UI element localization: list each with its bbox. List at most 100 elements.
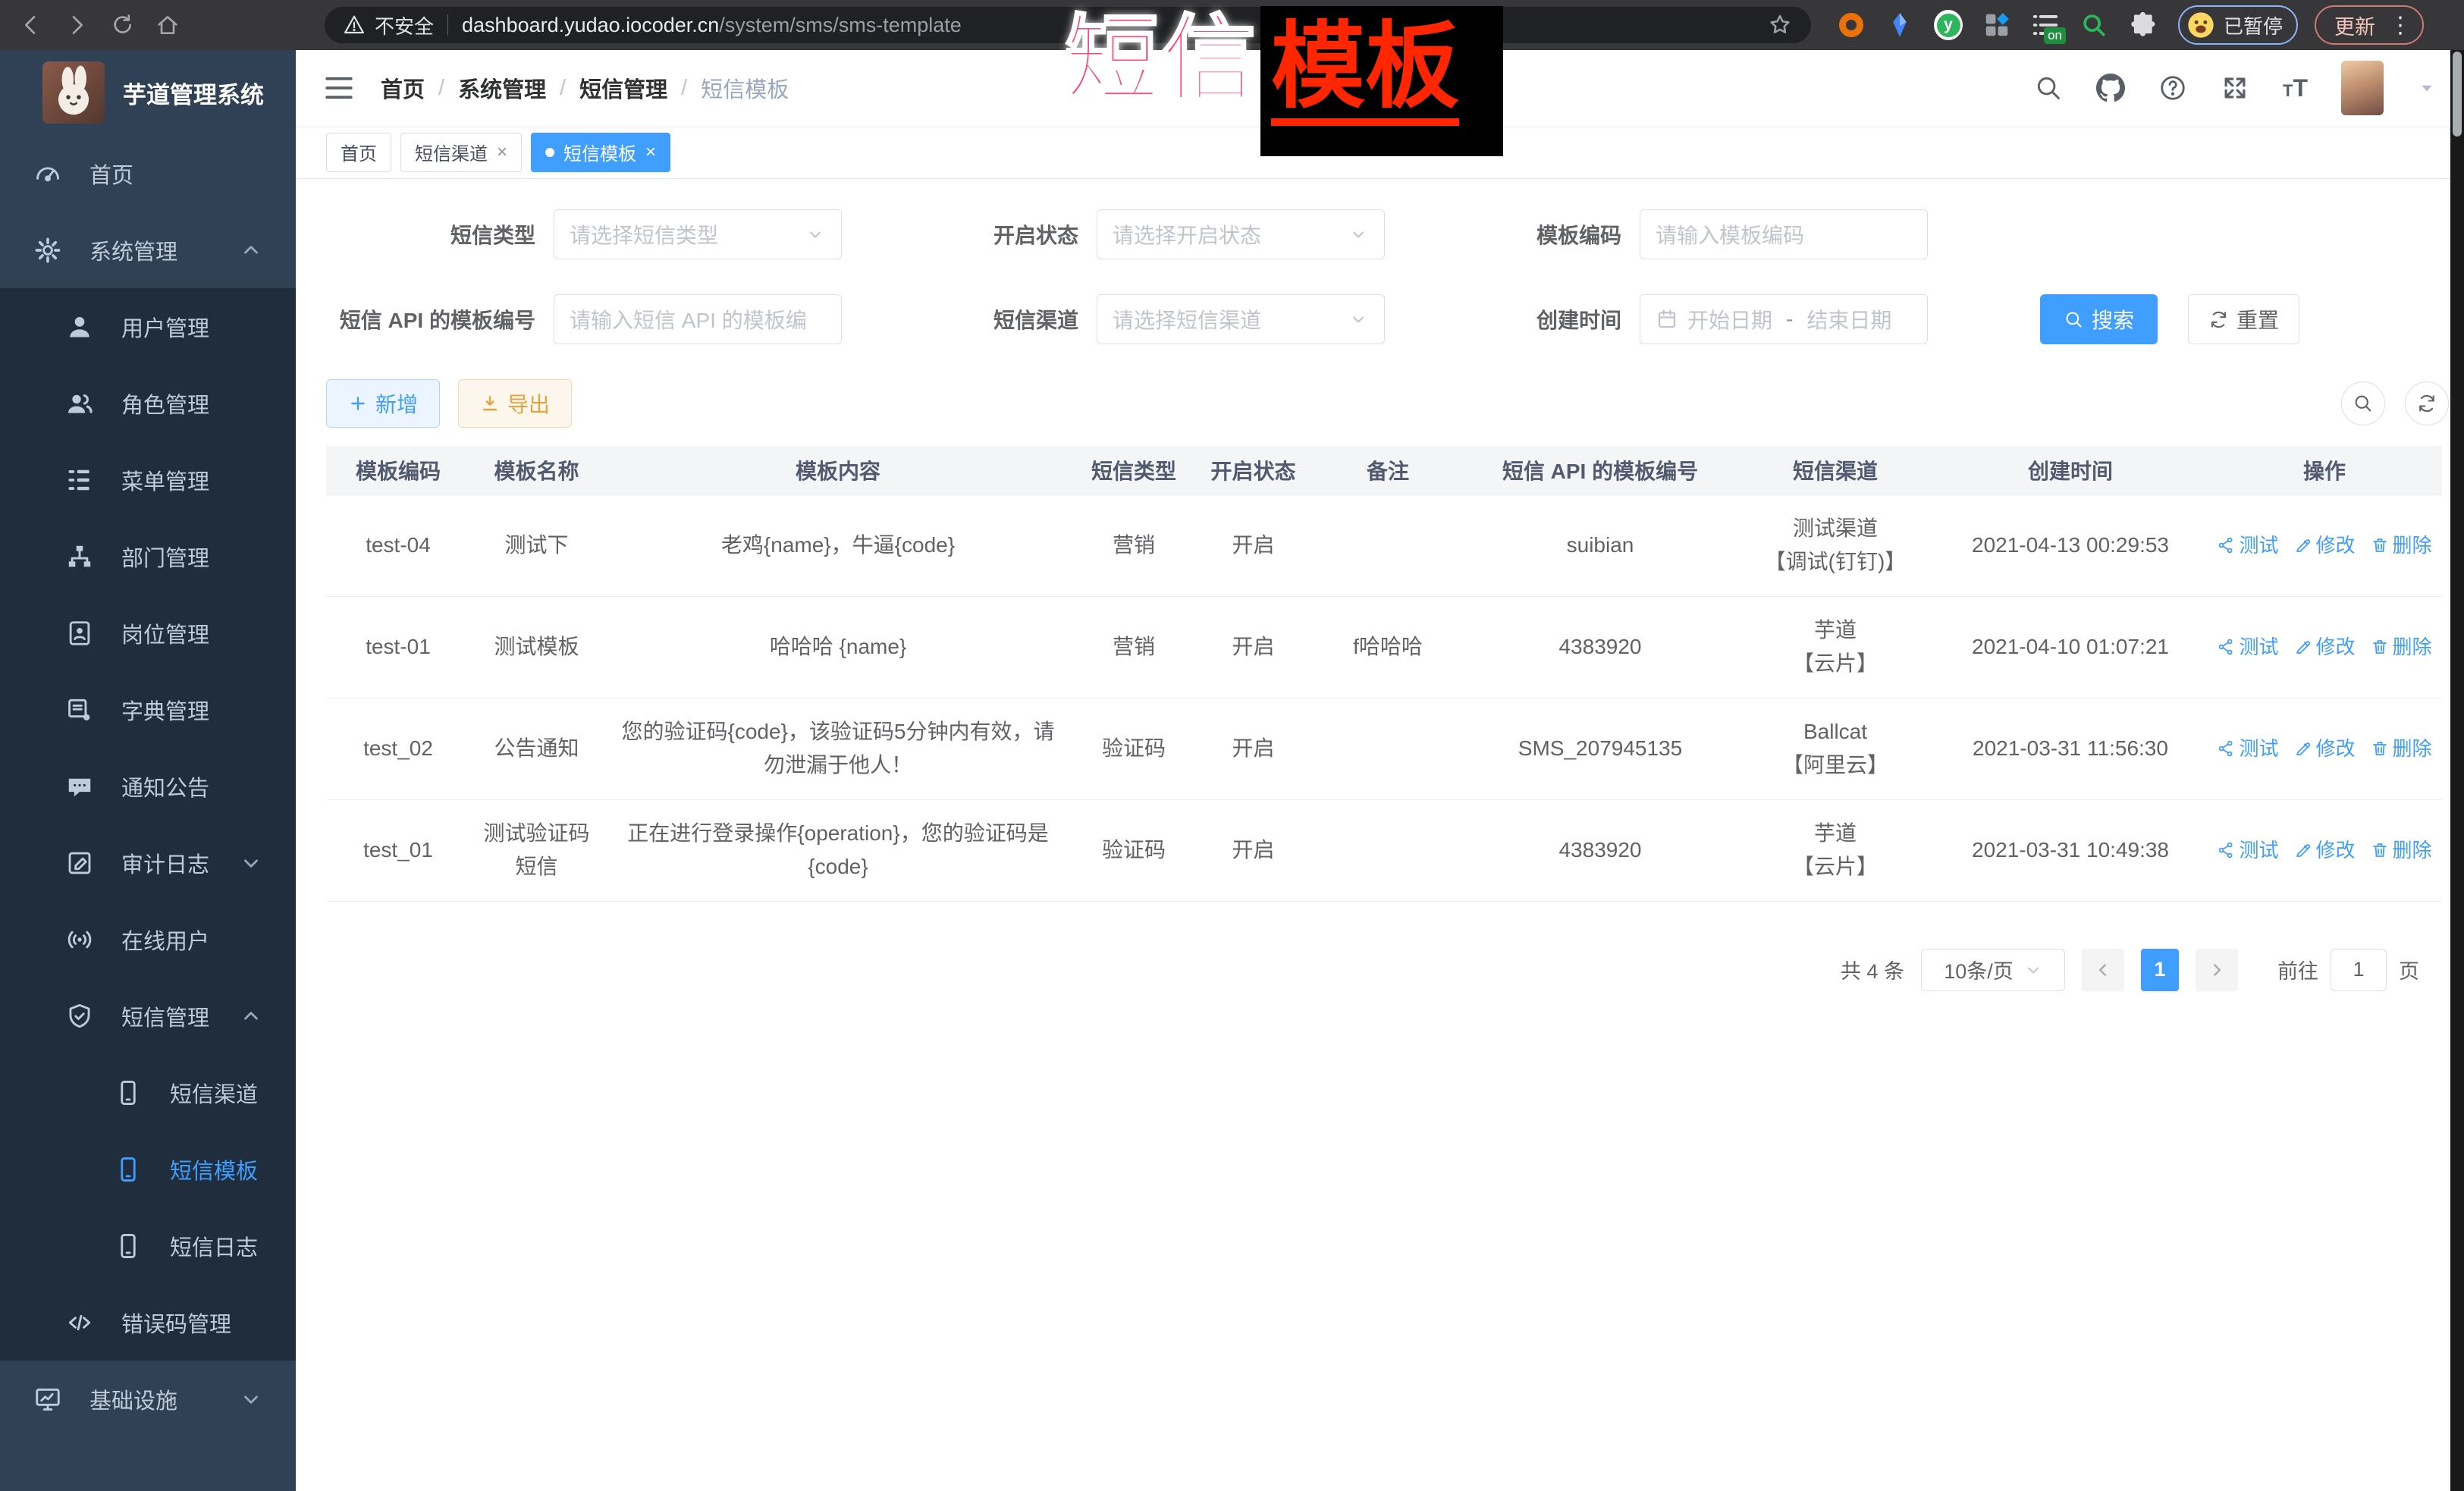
sidebar-item-infrastructure[interactable]: 基础设施 — [0, 1361, 296, 1437]
pin-extension-icon[interactable] — [1885, 11, 1914, 39]
app-logo-row[interactable]: 芋道管理系统 — [0, 50, 296, 135]
breadcrumb-item[interactable]: 系统管理 — [458, 72, 546, 104]
browser-scrollbar[interactable] — [2450, 50, 2464, 1491]
delete-button[interactable]: 删除 — [2371, 732, 2432, 765]
sidebar-item-audit-log[interactable]: 审计日志 — [0, 824, 296, 901]
sidebar-item-system-management[interactable]: 系统管理 — [0, 212, 296, 288]
breadcrumb-item[interactable]: 首页 — [381, 72, 425, 104]
test-button[interactable]: 测试 — [2217, 630, 2278, 664]
browser-menu-icon[interactable]: ⋮ — [2389, 12, 2412, 39]
sidebar-item-online-users[interactable]: 在线用户 — [0, 901, 296, 978]
sidebar-item-user-management[interactable]: 用户管理 — [0, 288, 296, 365]
delete-button[interactable]: 删除 — [2371, 833, 2432, 867]
edit-button[interactable]: 修改 — [2294, 732, 2356, 765]
export-button[interactable]: 导出 — [458, 379, 572, 428]
close-tab-icon[interactable]: × — [645, 143, 656, 162]
font-size-icon[interactable]: TT — [2283, 74, 2308, 102]
api-template-id-input[interactable]: 请输入短信 API 的模板编 — [554, 294, 842, 344]
enable-status-select[interactable]: 请选择开启状态 — [1097, 209, 1385, 259]
tab-sms-template[interactable]: 短信模板× — [531, 133, 670, 172]
test-button[interactable]: 测试 — [2217, 732, 2278, 765]
browser-back-icon[interactable] — [14, 8, 49, 42]
page-size-select[interactable]: 10条/页 — [1921, 949, 2065, 991]
address-divider — [447, 14, 448, 36]
fullscreen-icon[interactable] — [2221, 74, 2249, 102]
sidebar-item-home[interactable]: 首页 — [0, 135, 296, 212]
sidebar-item-error-code-management[interactable]: 错误码管理 — [0, 1284, 296, 1361]
sidebar-item-role-management[interactable]: 角色管理 — [0, 365, 296, 441]
breadcrumb-item[interactable]: 短信管理 — [579, 72, 667, 104]
cell-template-code: test-04 — [326, 494, 470, 596]
sidebar-item-notice-announcement[interactable]: 通知公告 — [0, 748, 296, 824]
filter-label: 开启状态 — [869, 219, 1097, 250]
delete-button[interactable]: 删除 — [2371, 630, 2432, 664]
page-number-1[interactable]: 1 — [2141, 949, 2179, 991]
share-icon — [2217, 638, 2235, 656]
puzzle-extensions-icon[interactable] — [2128, 11, 2157, 39]
page-url[interactable]: dashboard.yudao.iocoder.cn/system/sms/sm… — [462, 14, 962, 37]
browser-update-button[interactable]: 更新 ⋮ — [2315, 5, 2424, 45]
chevron-down-icon[interactable] — [2417, 78, 2437, 98]
test-button[interactable]: 测试 — [2217, 833, 2278, 867]
start-date-placeholder: 开始日期 — [1687, 304, 1772, 334]
sidebar-item-label: 字典管理 — [121, 694, 209, 726]
user-avatar[interactable] — [2341, 61, 2384, 115]
scrollbar-thumb[interactable] — [2453, 52, 2462, 137]
org-tree-icon — [65, 542, 94, 571]
edit-button[interactable]: 修改 — [2294, 833, 2356, 867]
edit-button[interactable]: 修改 — [2294, 529, 2356, 562]
bookmark-star-icon[interactable] — [1767, 12, 1793, 38]
sidebar-item-sms-log[interactable]: 短信日志 — [0, 1207, 296, 1284]
browser-reload-icon[interactable] — [105, 8, 140, 42]
sms-type-select[interactable]: 请选择短信类型 — [554, 209, 842, 259]
search-button[interactable]: 搜索 — [2040, 294, 2158, 344]
tab-home[interactable]: 首页 — [326, 133, 391, 172]
sidebar-item-label: 短信管理 — [121, 1000, 209, 1032]
grid-extension-icon[interactable] — [1982, 11, 2011, 39]
cell-remark — [1312, 494, 1464, 596]
test-button[interactable]: 测试 — [2217, 529, 2278, 562]
search-icon[interactable] — [2034, 74, 2063, 102]
sidebar-item-sms-management[interactable]: 短信管理 — [0, 978, 296, 1054]
cell-created-at: 2021-04-13 00:29:53 — [1934, 494, 2207, 596]
profile-paused-badge[interactable]: 已暂停 — [2178, 5, 2298, 45]
sms-channel-select[interactable]: 请选择短信渠道 — [1097, 294, 1385, 344]
refresh-button[interactable] — [2405, 381, 2449, 425]
tab-sms-channel[interactable]: 短信渠道× — [400, 133, 522, 172]
list-extension-icon[interactable]: on — [2031, 11, 2060, 39]
sidebar-item-dept-management[interactable]: 部门管理 — [0, 518, 296, 595]
toggle-search-button[interactable] — [2341, 381, 2385, 425]
browser-forward-icon[interactable] — [59, 8, 94, 42]
chevron-left-icon — [2093, 960, 2113, 980]
not-secure-warning[interactable]: 不安全 — [343, 11, 434, 39]
next-page-button[interactable] — [2196, 949, 2238, 991]
add-button[interactable]: 新增 — [326, 379, 440, 428]
table-row: test-01测试模板哈哈哈 {name}营销开启f哈哈哈4383920芋道【云… — [326, 596, 2442, 698]
table-row: test_02公告通知您的验证码{code}，该验证码5分钟内有效，请勿泄漏于他… — [326, 698, 2442, 799]
edit-button[interactable]: 修改 — [2294, 630, 2356, 664]
prev-page-button[interactable] — [2082, 949, 2124, 991]
sidebar-item-menu-management[interactable]: 菜单管理 — [0, 441, 296, 518]
sidebar-item-sms-template[interactable]: 短信模板 — [0, 1131, 296, 1207]
template-code-input[interactable]: 请输入模板编码 — [1640, 209, 1928, 259]
cell-template-content: 老鸡{name}，牛逼{code} — [603, 494, 1073, 596]
help-icon[interactable] — [2158, 74, 2187, 102]
select-caret-icon — [1348, 309, 1369, 330]
close-tab-icon[interactable]: × — [497, 143, 507, 162]
github-icon[interactable] — [2096, 74, 2125, 102]
reset-button[interactable]: 重置 — [2188, 294, 2299, 344]
sidebar-item-post-management[interactable]: 岗位管理 — [0, 595, 296, 671]
y-extension-icon[interactable]: y — [1934, 11, 1963, 39]
magnifier-extension-icon[interactable] — [2079, 11, 2108, 39]
goto-page-input[interactable] — [2331, 949, 2387, 991]
create-time-range[interactable]: 开始日期-结束日期 — [1640, 294, 1928, 344]
table-toolbar: 新增 导出 — [326, 379, 2464, 428]
sidebar-item-sms-channel[interactable]: 短信渠道 — [0, 1054, 296, 1131]
browser-home-icon[interactable] — [150, 8, 185, 42]
extension-icon[interactable] — [1837, 11, 1866, 39]
sidebar-collapse-icon[interactable] — [323, 72, 355, 104]
sidebar-item-label: 错误码管理 — [121, 1307, 231, 1339]
delete-button[interactable]: 删除 — [2371, 529, 2432, 562]
online-users-icon — [65, 925, 94, 954]
sidebar-item-dict-management[interactable]: 字典管理 — [0, 671, 296, 748]
